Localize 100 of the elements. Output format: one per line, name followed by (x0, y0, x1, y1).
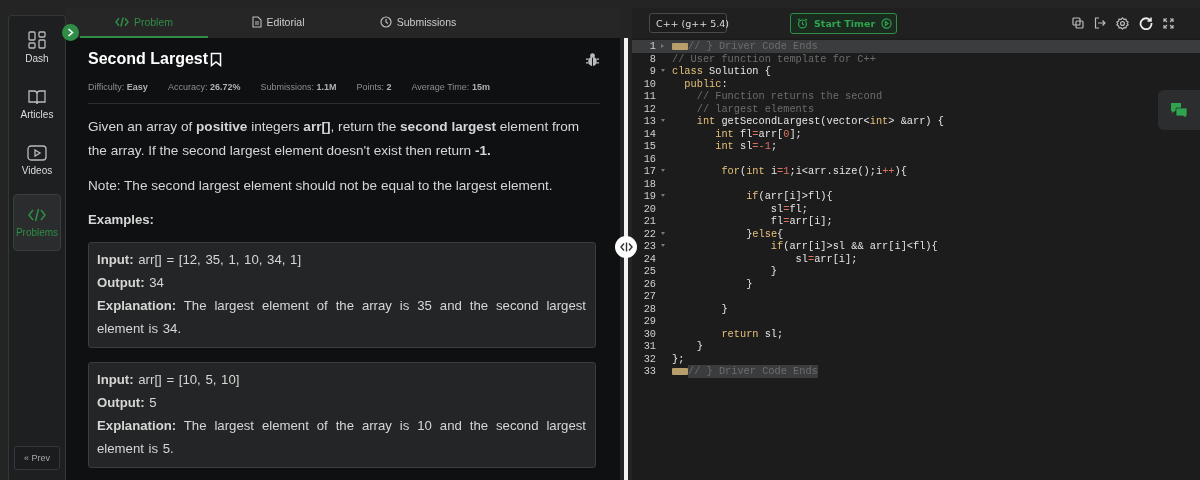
line-number: 8 (648, 52, 656, 65)
examples-heading: Examples: (88, 212, 155, 227)
code-line: sl=arr[i]; (794, 252, 858, 265)
code-icon (114, 16, 129, 28)
fold-arrow-icon[interactable] (661, 169, 665, 172)
document-icon (251, 16, 262, 28)
fold-arrow-icon[interactable] (661, 231, 665, 235)
line-number: 18 (642, 177, 656, 190)
line-number: 1 (648, 40, 656, 53)
code-line: class Solution { (672, 65, 771, 78)
line-number: 13 (642, 115, 656, 128)
problem-statement: Given an array of positive integers arr[], return the second largest element from the array. If the second largest element doesn't exist then return -1. (88, 118, 581, 160)
meta-item: Points: 2 (356, 82, 392, 92)
line-number: 32 (642, 352, 656, 365)
example-line: Explanation: The largest element of the array is 10 and the second largest element is 5. (97, 417, 586, 458)
tab[interactable]: Submissions (348, 8, 488, 38)
example-line: Input: arr[] = [10, 5, 10] (97, 371, 241, 389)
line-number: 11 (642, 90, 656, 103)
line-number: 19 (642, 190, 656, 203)
chevron-right-icon (67, 28, 74, 37)
code-line: } (695, 340, 703, 353)
code-line: int fl=arr[0]; (714, 127, 802, 140)
sidebar-item[interactable]: Articles (13, 82, 61, 129)
tab[interactable]: Problem (80, 8, 208, 38)
fold-arrow-icon[interactable] (661, 194, 665, 197)
line-number: 23 (642, 240, 656, 253)
line-number: 31 (642, 340, 656, 353)
folded-code-marker[interactable] (672, 368, 688, 375)
code-line: } (720, 302, 728, 315)
line-number: 22 (642, 227, 656, 240)
code-icon (28, 207, 46, 223)
line-number: 9 (648, 65, 656, 78)
fullscreen-icon[interactable] (1163, 17, 1174, 29)
problem-statement: Note: The second largest element should not be equal to the largest element. (88, 177, 554, 195)
bookmark-icon[interactable] (210, 51, 223, 67)
fold-arrow-icon[interactable] (661, 119, 665, 122)
code-line: public: (683, 77, 728, 90)
line-number: 28 (642, 302, 656, 315)
line-number: 16 (642, 152, 656, 165)
line-number: 10 (642, 77, 656, 90)
alarm-clock-icon (797, 17, 808, 29)
line-number: 33 (642, 365, 656, 378)
sidebar-item[interactable]: Dash (13, 24, 61, 73)
import-icon[interactable] (1094, 17, 1106, 29)
example-line: Explanation: The largest element of the array is 35 and the second largest element is 34. (97, 297, 586, 338)
line-number: 27 (642, 290, 656, 303)
sidebar-item[interactable]: Videos (13, 138, 61, 185)
code-line: int getSecondLargest(vector<int> &arr) { (695, 115, 944, 128)
chat-button[interactable] (1158, 90, 1200, 130)
code-line: if(arr[i]>fl){ (745, 190, 833, 203)
code-line: fl=arr[i]; (769, 215, 833, 228)
book-icon (28, 89, 46, 105)
code-line: } (745, 277, 753, 290)
meta-item: Average Time: 15m (411, 82, 490, 92)
chat-icon (1170, 101, 1188, 119)
play-icon (881, 17, 893, 29)
code-line: sl=fl; (769, 202, 808, 215)
bug-icon[interactable] (585, 51, 600, 67)
line-number: 12 (642, 102, 656, 115)
example-line: Input: arr[] = [12, 35, 1, 10, 34, 1] (97, 251, 303, 269)
line-number: 17 (642, 165, 656, 178)
meta-item: Difficulty: Easy (88, 82, 148, 92)
line-number: 29 (642, 315, 656, 328)
code-line: int sl=-1; (714, 140, 778, 153)
line-number: 21 (642, 215, 656, 228)
code-line: }else{ (745, 227, 784, 240)
folded-code-marker[interactable] (672, 43, 688, 50)
line-number: 20 (642, 202, 656, 215)
fold-arrow-icon[interactable] (661, 244, 665, 247)
fold-arrow-icon[interactable] (661, 44, 664, 48)
code-line: } (769, 265, 778, 278)
clock-icon (379, 16, 392, 28)
fold-arrow-icon[interactable] (661, 69, 665, 72)
line-number: 25 (642, 265, 656, 278)
meta-item: Accuracy: 26.72% (167, 82, 241, 92)
prev-button[interactable]: « Prev (14, 446, 60, 470)
code-line: for(int i=1;i<arr.size();i++){ (720, 165, 907, 178)
example-line: Output: 34 (97, 274, 165, 292)
code-line: if(arr[i]>sl && arr[i]<fl){ (769, 240, 938, 253)
tab[interactable]: Editorial (208, 8, 348, 38)
line-number: 26 (642, 277, 656, 290)
play-icon (27, 145, 47, 161)
dashboard-icon (28, 31, 46, 49)
code-line: // Function returns the second (695, 90, 883, 103)
code-line: // User function template for C++ (672, 52, 876, 65)
meta-item: Submissions: 1.1M (260, 82, 337, 92)
refresh-icon[interactable] (1139, 16, 1153, 30)
start-timer-button[interactable]: Start Timer (790, 12, 898, 34)
line-number: 14 (642, 127, 656, 140)
example-line: Output: 5 (97, 394, 158, 412)
code-line: // largest elements (695, 102, 815, 115)
code-line: }; (672, 352, 685, 365)
code-line: return sl; (720, 327, 784, 340)
problem-title: Second Largest (88, 50, 209, 68)
line-number: 30 (642, 327, 656, 340)
language-dropdown[interactable]: C++ (g++ 5.4) (649, 13, 727, 33)
resize-icon (619, 242, 633, 252)
settings-icon[interactable] (1116, 16, 1129, 30)
line-number: 15 (642, 140, 656, 153)
copy-icon[interactable] (1072, 17, 1084, 29)
